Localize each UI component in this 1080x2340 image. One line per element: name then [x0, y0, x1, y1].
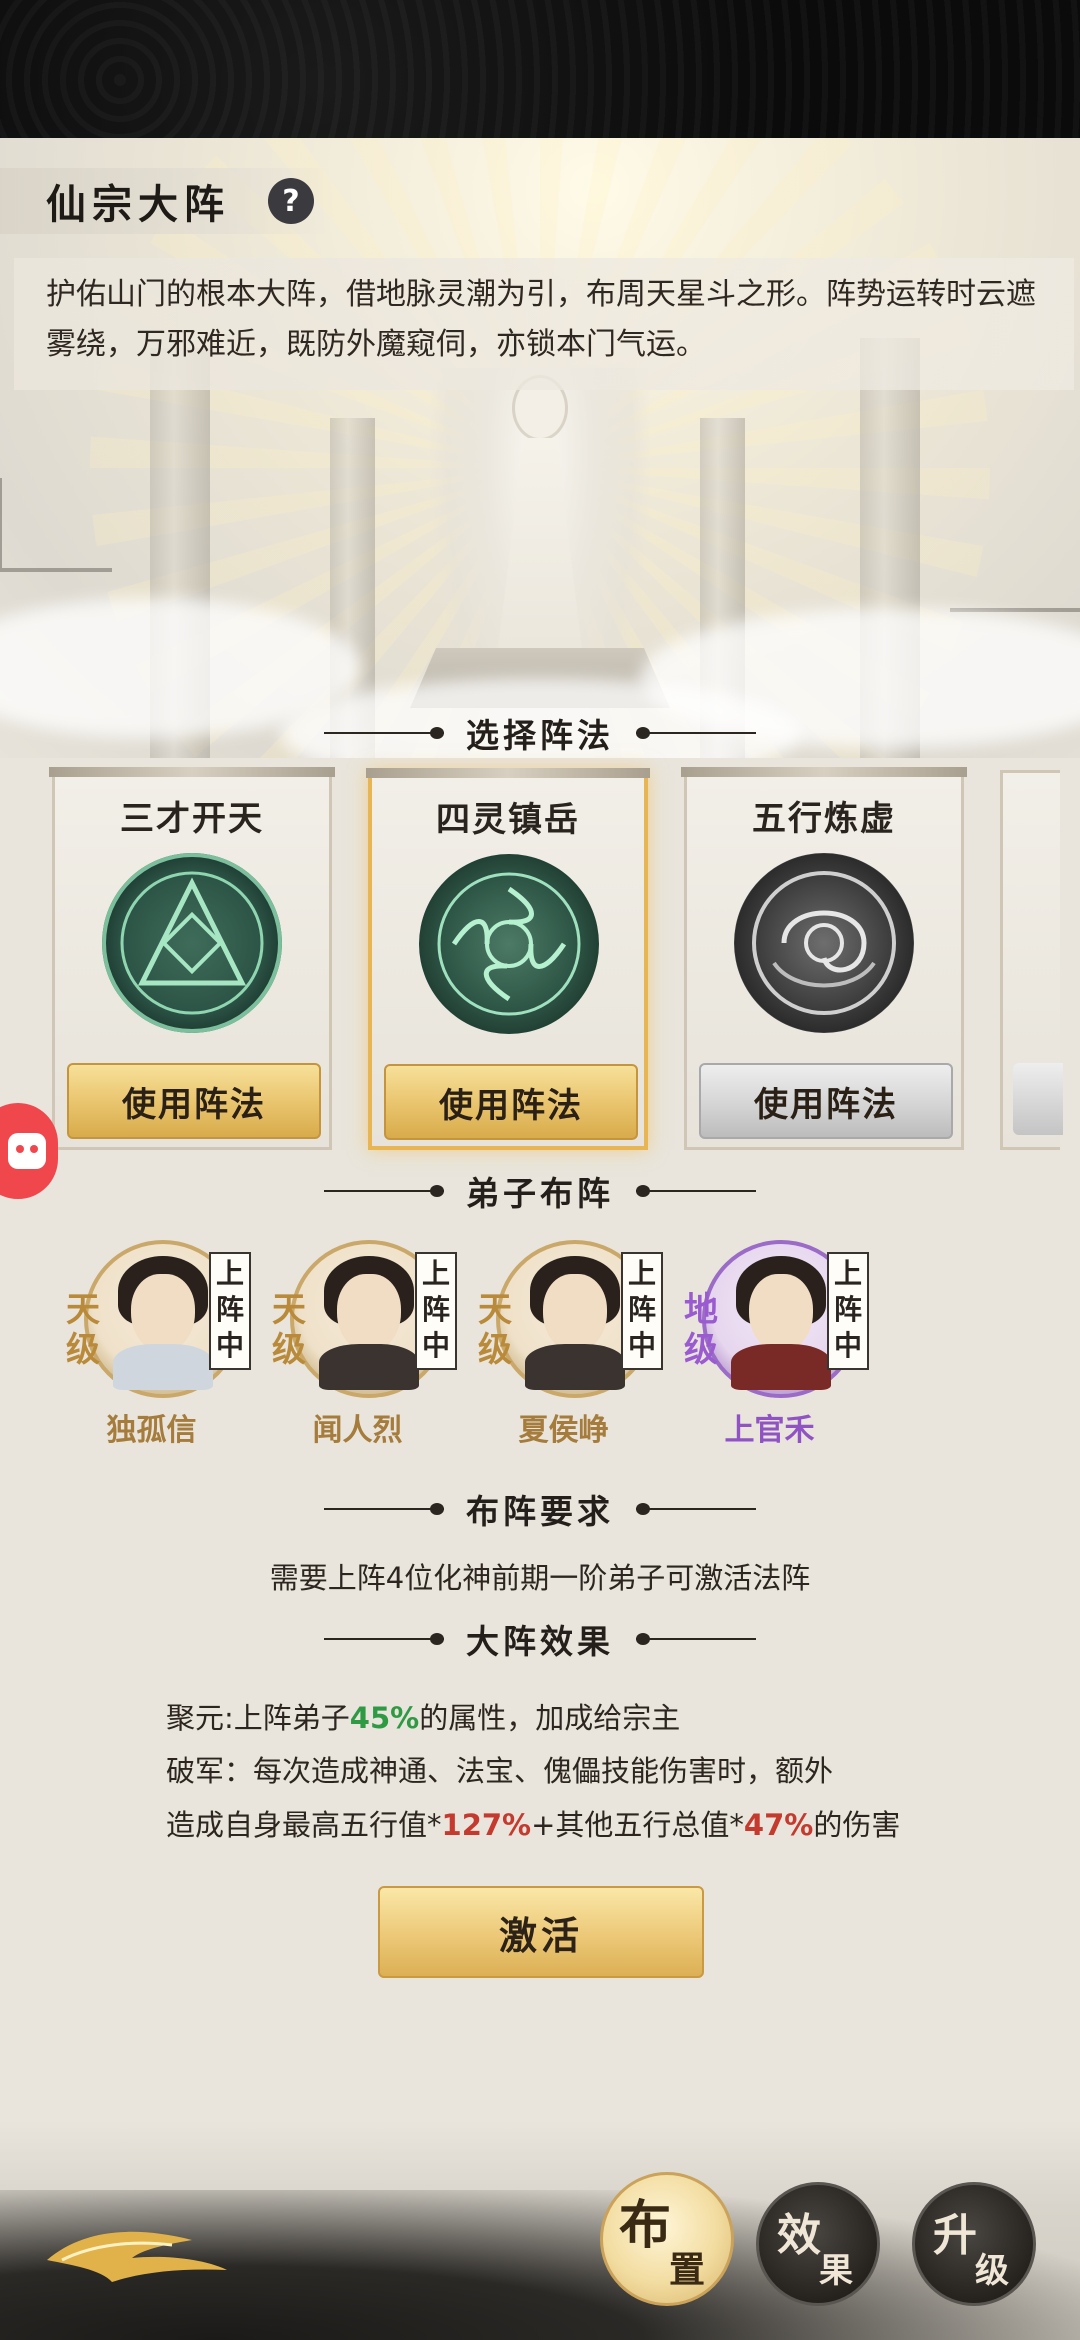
header-ornament-right — [636, 1632, 756, 1646]
header-ornament-left — [324, 1502, 444, 1516]
use-formation-button[interactable]: 使用阵法 — [699, 1063, 953, 1139]
status-bar — [0, 0, 1080, 138]
nav-effect-button[interactable]: 效果 — [756, 2182, 880, 2306]
formation-card-wuxing[interactable]: 五行炼虚 使用阵法 — [681, 767, 967, 1150]
requirement-text: 需要上阵4位化神前期一阶弟子可激活法阵 — [269, 1561, 811, 1595]
formation-name: 四灵镇岳 — [436, 800, 580, 840]
nav-arrange-button[interactable]: 布置 — [600, 2172, 734, 2306]
phoenix-logo-icon — [47, 2231, 227, 2282]
nav-upgrade-button[interactable]: 升级 — [912, 2182, 1036, 2306]
disciple-slot[interactable]: 天级 上阵中 独孤信 — [64, 1240, 264, 1470]
formation-card-sancai[interactable]: 三才开天 使用阵法 — [49, 767, 335, 1150]
effect-line-pojun-detail: 造成自身最高五行值*127%+其他五行总值*47%的伤害 — [166, 1808, 901, 1842]
disciple-slot[interactable]: 天级 上阵中 夏侯峥 — [476, 1240, 676, 1470]
activate-button[interactable]: 激活 — [378, 1886, 704, 1978]
use-formation-button[interactable]: 使用阵法 — [384, 1064, 638, 1140]
formation-name: 三才开天 — [120, 799, 264, 839]
deployed-tag: 上阵中 — [827, 1252, 869, 1370]
header-ornament-right — [636, 1184, 756, 1198]
section-header-effects: 大阵效果 — [0, 1612, 1080, 1666]
section-header-select-formation: 选择阵法 — [0, 706, 1080, 760]
disciple-name: 闻人烈 — [312, 1413, 403, 1448]
disciple-name: 独孤信 — [106, 1413, 197, 1448]
siling-emblem-icon — [419, 854, 599, 1034]
disciple-slot[interactable]: 地级 上阵中 上官禾 — [682, 1240, 882, 1470]
page-title: 仙宗大阵 — [46, 181, 230, 228]
formation-card-partial[interactable] — [1000, 770, 1063, 1150]
header-ornament-right — [636, 1502, 756, 1516]
formation-name: 五行炼虚 — [752, 799, 896, 839]
deployed-tag: 上阵中 — [415, 1252, 457, 1370]
wuxing-emblem-icon — [734, 853, 914, 1033]
header-ornament-left — [324, 726, 444, 740]
formation-card-siling[interactable]: 四灵镇岳 使用阵法 — [366, 768, 650, 1150]
header-ornament-left — [324, 1184, 444, 1198]
disciple-name: 夏侯峥 — [518, 1413, 609, 1448]
rank-badge: 天级 — [478, 1290, 512, 1370]
header-ornament-right — [636, 726, 756, 740]
disciple-slot[interactable]: 天级 上阵中 闻人烈 — [270, 1240, 470, 1470]
pavilion-right — [950, 528, 1080, 612]
effect-line-juyuan: 聚元:上阵弟子45%的属性，加成给宗主 — [166, 1701, 681, 1735]
pavilion-left — [0, 478, 112, 572]
use-formation-button[interactable]: 使用阵法 — [67, 1063, 321, 1139]
sancai-emblem-icon — [102, 853, 282, 1033]
rank-badge: 天级 — [66, 1290, 100, 1370]
effect-line-pojun: 破军：每次造成神通、法宝、傀儡技能伤害时，额外 — [166, 1754, 834, 1788]
deployed-tag: 上阵中 — [621, 1252, 663, 1370]
formation-description: 护佑山门的根本大阵，借地脉灵潮为引，布周天星斗之形。阵势运转时云遮雾绕，万邪难近… — [46, 277, 1036, 362]
rank-badge: 地级 — [684, 1290, 718, 1370]
header-ornament-left — [324, 1632, 444, 1646]
use-formation-button-partial[interactable] — [1013, 1063, 1063, 1135]
rank-badge: 天级 — [272, 1290, 306, 1370]
section-header-requirement: 布阵要求 — [0, 1482, 1080, 1536]
help-icon[interactable]: ? — [268, 178, 314, 224]
deployed-tag: 上阵中 — [209, 1252, 251, 1370]
section-header-disciples: 弟子布阵 — [0, 1164, 1080, 1218]
disciple-name: 上官禾 — [724, 1413, 815, 1448]
